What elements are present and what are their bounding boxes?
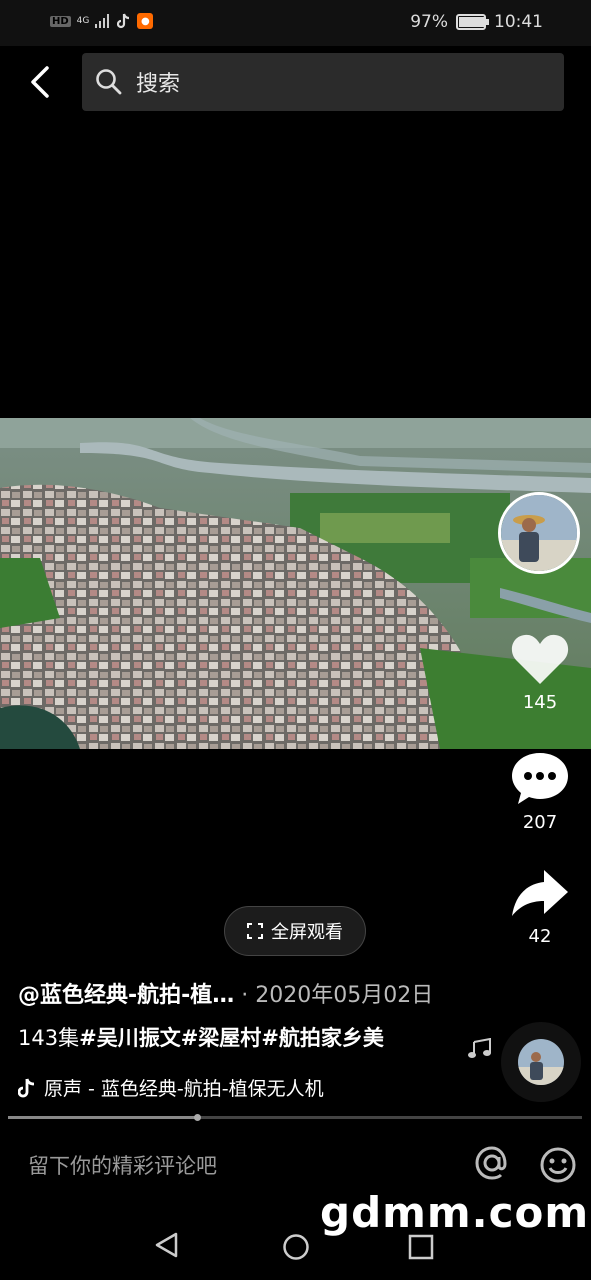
- progress-handle[interactable]: [194, 1114, 202, 1121]
- clock: 10:41: [494, 12, 543, 32]
- search-placeholder: 搜索: [136, 72, 181, 97]
- post-caption: 143集#吴川振文#梁屋村#航拍家乡美: [18, 1022, 384, 1052]
- progress-fill: [8, 1116, 198, 1119]
- hashtag[interactable]: #梁屋村: [181, 1026, 262, 1050]
- comment-button[interactable]: 207: [500, 750, 580, 833]
- status-right: 97% 10:41: [410, 12, 543, 32]
- app-notification-icon: ●: [137, 13, 154, 29]
- tiktok-status-icon: [117, 13, 130, 29]
- caption-prefix: 143集: [18, 1026, 80, 1050]
- nav-home-button[interactable]: [282, 1233, 310, 1265]
- like-button[interactable]: 145: [500, 632, 580, 713]
- signal-icon: [95, 14, 110, 28]
- post-date: · 2020年05月02日: [241, 983, 434, 1008]
- nav-back-icon: [155, 1232, 178, 1258]
- heart-icon: [511, 634, 569, 684]
- status-bar: HD 4G ● 97% 10:41: [0, 0, 591, 46]
- hashtag[interactable]: #吴川振文: [79, 1026, 181, 1050]
- video-progress-bar[interactable]: [8, 1114, 582, 1121]
- fullscreen-label: 全屏观看: [271, 922, 343, 943]
- author-avatar[interactable]: [498, 492, 580, 574]
- comment-count: 207: [522, 812, 558, 833]
- battery-level: [459, 17, 485, 27]
- fullscreen-button[interactable]: 全屏观看: [224, 906, 366, 956]
- nav-recent-icon: [408, 1234, 434, 1260]
- share-button[interactable]: 42: [500, 866, 580, 947]
- back-button[interactable]: [20, 60, 60, 104]
- tiktok-icon: [18, 1078, 35, 1097]
- nav-home-icon: [283, 1234, 309, 1260]
- nav-recent-button[interactable]: [408, 1234, 434, 1264]
- comment-input[interactable]: 留下你的精彩评论吧: [28, 1150, 217, 1180]
- emoji-icon[interactable]: [539, 1146, 577, 1188]
- hashtag[interactable]: #航拍家乡美: [261, 1026, 384, 1050]
- author-name[interactable]: @蓝色经典-航拍-植…: [18, 983, 234, 1008]
- status-left: HD 4G ●: [50, 13, 154, 29]
- share-icon: [512, 870, 568, 916]
- battery-percent: 97%: [410, 12, 448, 32]
- comment-icon: [512, 753, 568, 804]
- network-type: 4G: [76, 16, 90, 26]
- fullscreen-icon: [247, 923, 263, 939]
- music-info[interactable]: 原声 - 蓝色经典-航拍-植保无人机: [18, 1074, 344, 1101]
- search-input[interactable]: 搜索: [82, 53, 564, 111]
- back-icon: [31, 66, 49, 98]
- network-badge: HD: [50, 15, 71, 27]
- nav-back-button[interactable]: [152, 1230, 182, 1264]
- battery-icon: [456, 14, 489, 30]
- at-icon[interactable]: [472, 1143, 512, 1187]
- search-icon: [96, 69, 122, 95]
- avatar-image: [501, 495, 577, 571]
- music-title: 原声 - 蓝色经典-航拍-植保无人机: [44, 1078, 324, 1100]
- music-disc[interactable]: [501, 1022, 581, 1102]
- author-line: @蓝色经典-航拍-植… · 2020年05月02日: [18, 977, 433, 1009]
- music-disc-cover: [518, 1039, 564, 1085]
- share-count: 42: [528, 926, 552, 947]
- watermark-text: gdmm.com: [320, 1188, 590, 1237]
- music-note-icon: [466, 1037, 494, 1064]
- like-count: 145: [522, 692, 558, 713]
